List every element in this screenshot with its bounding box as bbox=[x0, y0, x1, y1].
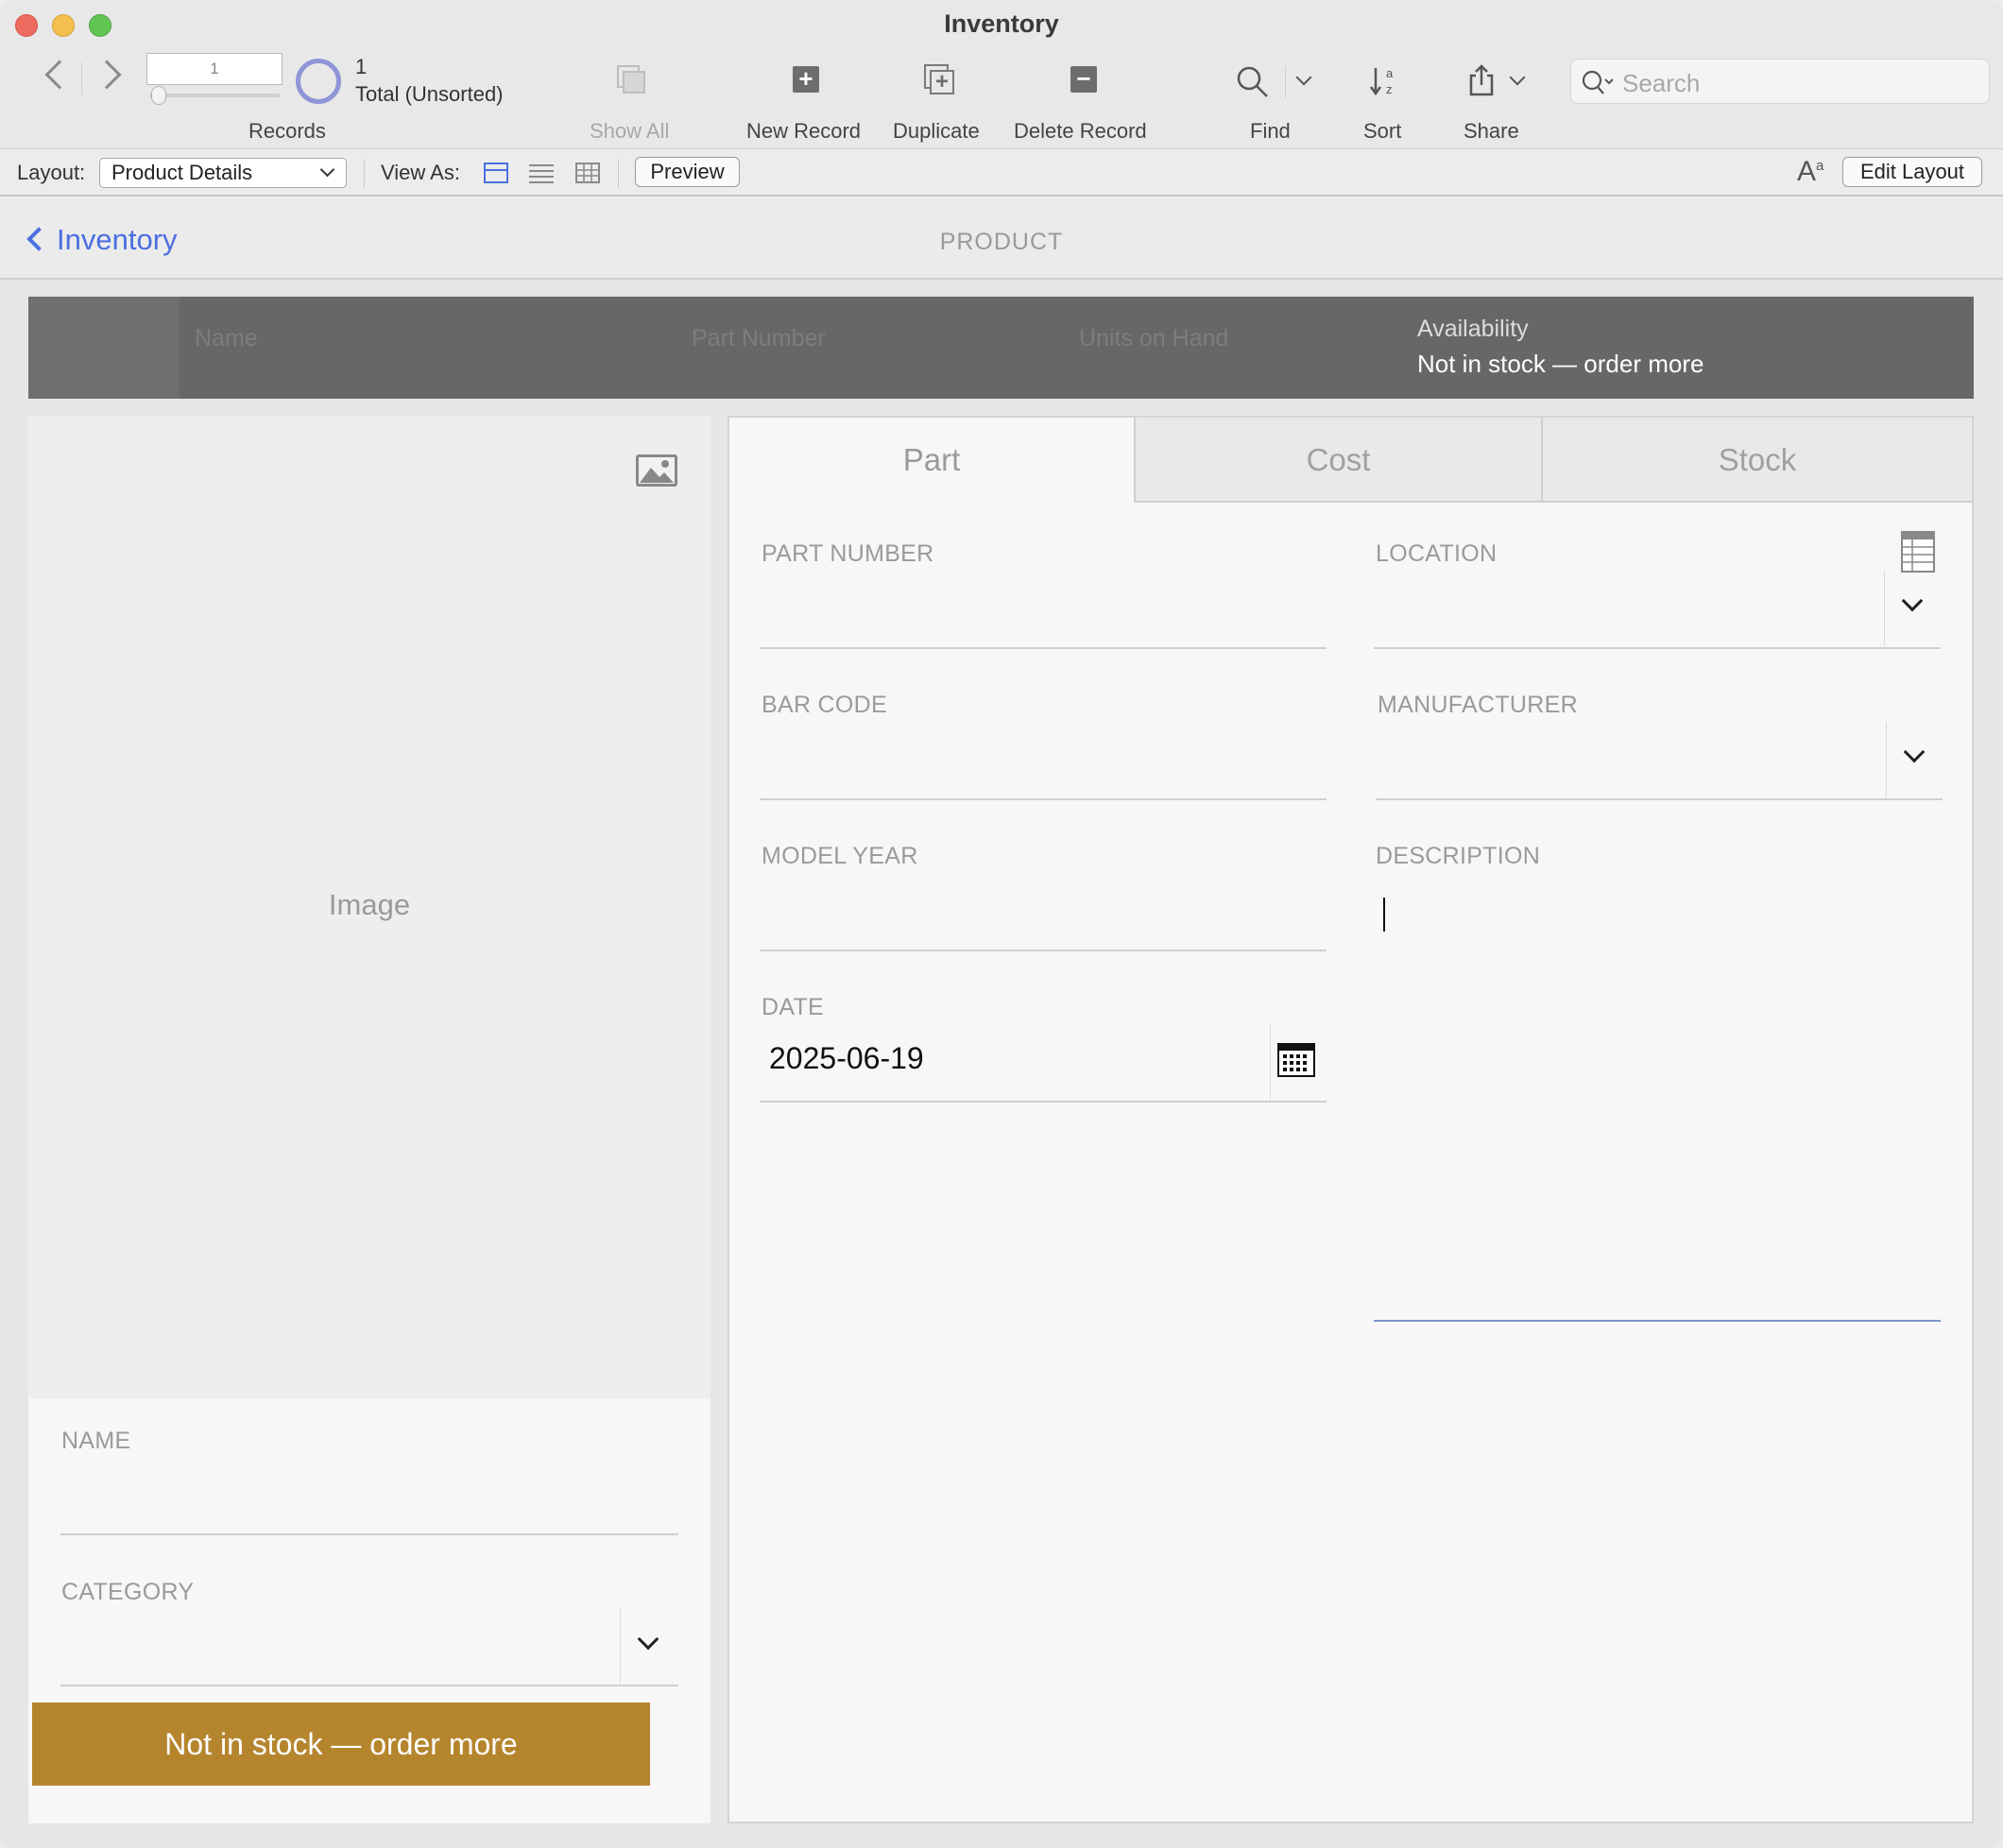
model-year-label: MODEL YEAR bbox=[762, 843, 918, 869]
tab-part[interactable]: Part bbox=[729, 418, 1134, 503]
find-menu-chevron-down-icon[interactable] bbox=[1295, 69, 1312, 86]
form-view-icon[interactable] bbox=[484, 163, 508, 183]
sort-az-icon[interactable]: a z bbox=[1368, 64, 1402, 103]
description-underline bbox=[1374, 1320, 1941, 1322]
date-divider bbox=[1270, 1024, 1271, 1100]
view-separator bbox=[618, 160, 619, 188]
text-cursor bbox=[1383, 898, 1385, 932]
column-part-number: Part Number bbox=[692, 325, 826, 351]
new-record-button[interactable]: New Record bbox=[746, 119, 861, 144]
previous-record-button[interactable] bbox=[44, 60, 75, 90]
layout-select-value: Product Details bbox=[111, 161, 253, 184]
image-container[interactable]: Image bbox=[28, 416, 710, 1398]
image-icon[interactable] bbox=[635, 453, 678, 492]
find-button[interactable]: Find bbox=[1250, 119, 1291, 144]
description-label: DESCRIPTION bbox=[1376, 843, 1541, 869]
share-icon[interactable] bbox=[1467, 62, 1496, 103]
category-chevron-down-icon[interactable] bbox=[637, 1628, 659, 1651]
date-underline bbox=[760, 1101, 1327, 1103]
nav-separator bbox=[81, 62, 82, 94]
navigation-header: Inventory PRODUCT bbox=[0, 198, 2003, 280]
name-label: NAME bbox=[61, 1428, 131, 1454]
location-divider bbox=[1884, 571, 1885, 646]
preview-button[interactable]: Preview bbox=[635, 157, 740, 187]
view-as-label: View As: bbox=[381, 161, 460, 184]
content-area: Inventory PRODUCT Name Part Number Units… bbox=[0, 198, 2003, 1848]
record-count: 1 bbox=[355, 55, 368, 78]
availability-label: Availability bbox=[1417, 316, 1529, 342]
name-underline bbox=[60, 1533, 678, 1535]
tab-stock[interactable]: Stock bbox=[1541, 418, 1972, 503]
duplicate-button[interactable]: Duplicate bbox=[893, 119, 980, 144]
records-label: Records bbox=[248, 119, 326, 143]
column-units-on-hand: Units on Hand bbox=[1079, 325, 1229, 351]
location-label: LOCATION bbox=[1376, 540, 1498, 567]
date-input[interactable]: 2025-06-19 bbox=[769, 1041, 924, 1076]
location-chevron-down-icon[interactable] bbox=[1901, 590, 1924, 612]
list-thumbnail bbox=[28, 297, 180, 399]
search-input[interactable]: Search bbox=[1570, 59, 1990, 104]
layout-label: Layout: bbox=[17, 161, 86, 184]
location-underline bbox=[1374, 647, 1941, 649]
manufacturer-divider bbox=[1886, 722, 1887, 797]
column-name: Name bbox=[195, 325, 258, 351]
model-year-underline bbox=[760, 950, 1327, 951]
search-icon bbox=[1581, 68, 1618, 101]
list-header-bar: Name Part Number Units on Hand Availabil… bbox=[28, 297, 1974, 399]
app-window: Inventory 1 1 Total (Unsorted) Records S… bbox=[0, 0, 2003, 1848]
image-placeholder-label: Image bbox=[328, 888, 411, 921]
record-slider-track[interactable] bbox=[149, 94, 280, 97]
layout-select[interactable]: Product Details bbox=[99, 158, 347, 188]
show-all-button[interactable]: Show All bbox=[590, 119, 669, 144]
manufacturer-label: MANUFACTURER bbox=[1378, 692, 1578, 718]
find-separator bbox=[1285, 66, 1286, 98]
window-title: Inventory bbox=[944, 9, 1059, 38]
page-title: PRODUCT bbox=[939, 229, 1064, 255]
manufacturer-underline bbox=[1376, 798, 1943, 800]
list-view-icon[interactable] bbox=[529, 163, 554, 183]
share-button[interactable]: Share bbox=[1464, 119, 1519, 144]
category-divider bbox=[620, 1608, 621, 1684]
new-record-icon[interactable]: + bbox=[793, 66, 819, 93]
duplicate-icon[interactable]: + bbox=[924, 64, 956, 96]
sort-button[interactable]: Sort bbox=[1363, 119, 1401, 144]
delete-record-icon[interactable]: − bbox=[1070, 66, 1097, 93]
layout-bar: Layout: Product Details View As: Preview… bbox=[0, 150, 2003, 197]
table-view-icon[interactable] bbox=[575, 163, 600, 183]
next-record-button[interactable] bbox=[92, 60, 122, 90]
chevron-down-icon bbox=[319, 162, 335, 178]
records-progress-ring bbox=[296, 59, 341, 104]
right-panel: Part Cost Stock PART NUMBER LOCATION BAR… bbox=[728, 416, 1974, 1823]
record-total-label: Total (Unsorted) bbox=[355, 82, 504, 106]
show-all-icon[interactable] bbox=[616, 64, 650, 103]
part-number-label: PART NUMBER bbox=[762, 540, 934, 567]
edit-layout-button[interactable]: Edit Layout bbox=[1842, 157, 1982, 187]
part-number-underline bbox=[760, 647, 1327, 649]
record-slider-knob[interactable] bbox=[151, 86, 166, 105]
toolbar: Inventory 1 1 Total (Unsorted) Records S… bbox=[0, 0, 2003, 149]
calendar-icon[interactable] bbox=[1277, 1043, 1315, 1082]
order-more-button[interactable]: Not in stock — order more bbox=[32, 1703, 650, 1786]
text-size-icon[interactable]: Aa bbox=[1797, 156, 1823, 188]
layout-separator bbox=[364, 160, 365, 188]
manufacturer-chevron-down-icon[interactable] bbox=[1903, 741, 1926, 763]
delete-record-button[interactable]: Delete Record bbox=[1014, 119, 1147, 144]
left-panel: Image NAME CATEGORY bbox=[28, 416, 710, 1823]
bar-code-label: BAR CODE bbox=[762, 692, 887, 718]
table-icon[interactable] bbox=[1901, 531, 1935, 577]
current-record-input[interactable]: 1 bbox=[146, 53, 282, 85]
category-underline bbox=[60, 1685, 678, 1686]
svg-text:z: z bbox=[1386, 82, 1393, 96]
date-label: DATE bbox=[762, 994, 825, 1020]
tab-cost[interactable]: Cost bbox=[1134, 418, 1541, 503]
bar-code-underline bbox=[760, 798, 1327, 800]
category-label: CATEGORY bbox=[61, 1579, 195, 1605]
svg-text:a: a bbox=[1386, 66, 1394, 80]
search-placeholder: Search bbox=[1622, 69, 1701, 97]
magnifier-icon[interactable] bbox=[1235, 64, 1271, 105]
availability-value: Not in stock — order more bbox=[1417, 350, 1704, 378]
share-menu-chevron-down-icon[interactable] bbox=[1509, 69, 1526, 86]
